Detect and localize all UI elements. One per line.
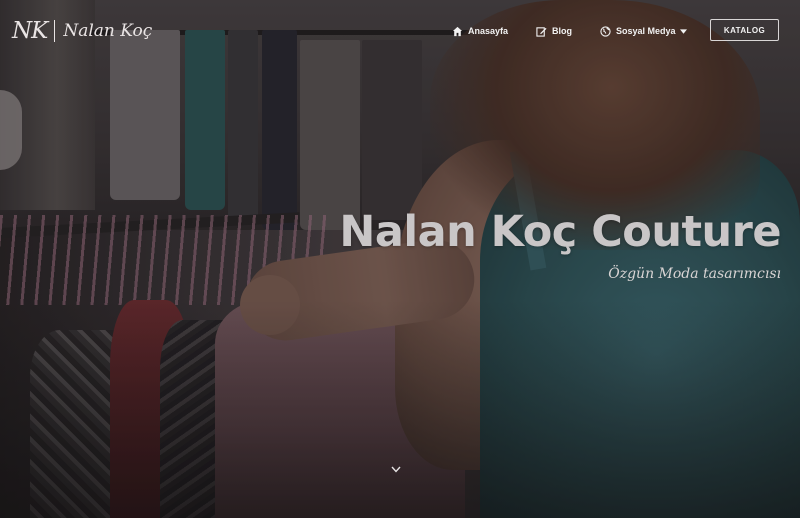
globe-icon bbox=[600, 25, 611, 37]
brand-logo[interactable]: NK Nalan Koç bbox=[12, 16, 152, 46]
catalog-button[interactable]: KATALOG bbox=[710, 19, 779, 41]
nav-item-blog[interactable]: Blog bbox=[536, 26, 572, 37]
nav-item-label: Anasayfa bbox=[468, 26, 509, 36]
brand-divider bbox=[54, 20, 56, 42]
dark-overlay bbox=[0, 0, 800, 518]
edit-icon bbox=[536, 26, 547, 37]
brand-monogram: NK bbox=[12, 18, 48, 44]
nav-item-sosyal-medya[interactable]: Sosyal Medya bbox=[600, 25, 687, 37]
nav-item-anasayfa[interactable]: Anasayfa bbox=[452, 26, 508, 37]
nav-menu: Anasayfa Blog Sosyal Medya bbox=[452, 0, 715, 62]
nav-item-label: Blog bbox=[552, 26, 573, 36]
nav-item-label: Sosyal Medya bbox=[616, 26, 676, 36]
home-icon bbox=[452, 26, 463, 36]
hero-title: Nalan Koç Couture bbox=[339, 207, 781, 257]
caret-down-icon bbox=[679, 28, 687, 34]
chevron-down-icon bbox=[391, 466, 401, 473]
hero-background bbox=[0, 0, 800, 518]
scroll-down-button[interactable] bbox=[388, 462, 404, 476]
brand-name: Nalan Koç bbox=[63, 21, 153, 41]
navbar: NK Nalan Koç Anasayfa Blog Sosyal Medya bbox=[0, 0, 800, 62]
hero-subtitle: Özgün Moda tasarımcısı bbox=[608, 266, 781, 282]
